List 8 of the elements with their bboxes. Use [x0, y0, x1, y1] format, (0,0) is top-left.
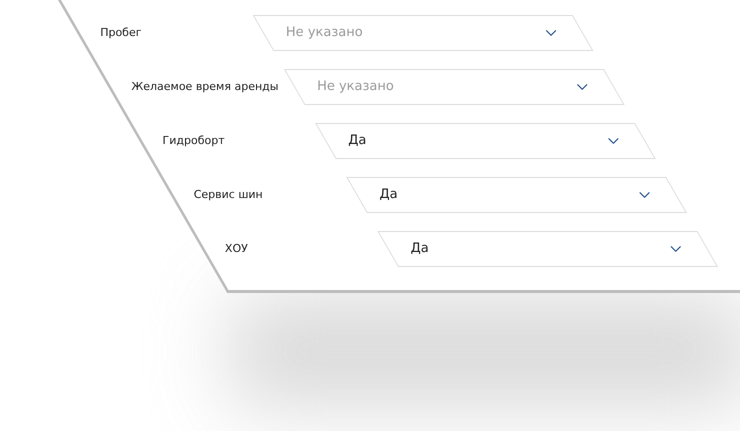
- select-field[interactable]: Да: [377, 231, 718, 267]
- field-label: Пробег: [100, 24, 142, 41]
- field-label: Желаемое время аренды: [131, 78, 278, 95]
- field-label: Гидроборт: [162, 132, 224, 149]
- select-field[interactable]: Да: [346, 177, 687, 213]
- field-label: Сервис шин: [194, 186, 263, 203]
- select-field[interactable]: Да: [315, 123, 656, 159]
- field-label: ХОУ: [224, 240, 248, 257]
